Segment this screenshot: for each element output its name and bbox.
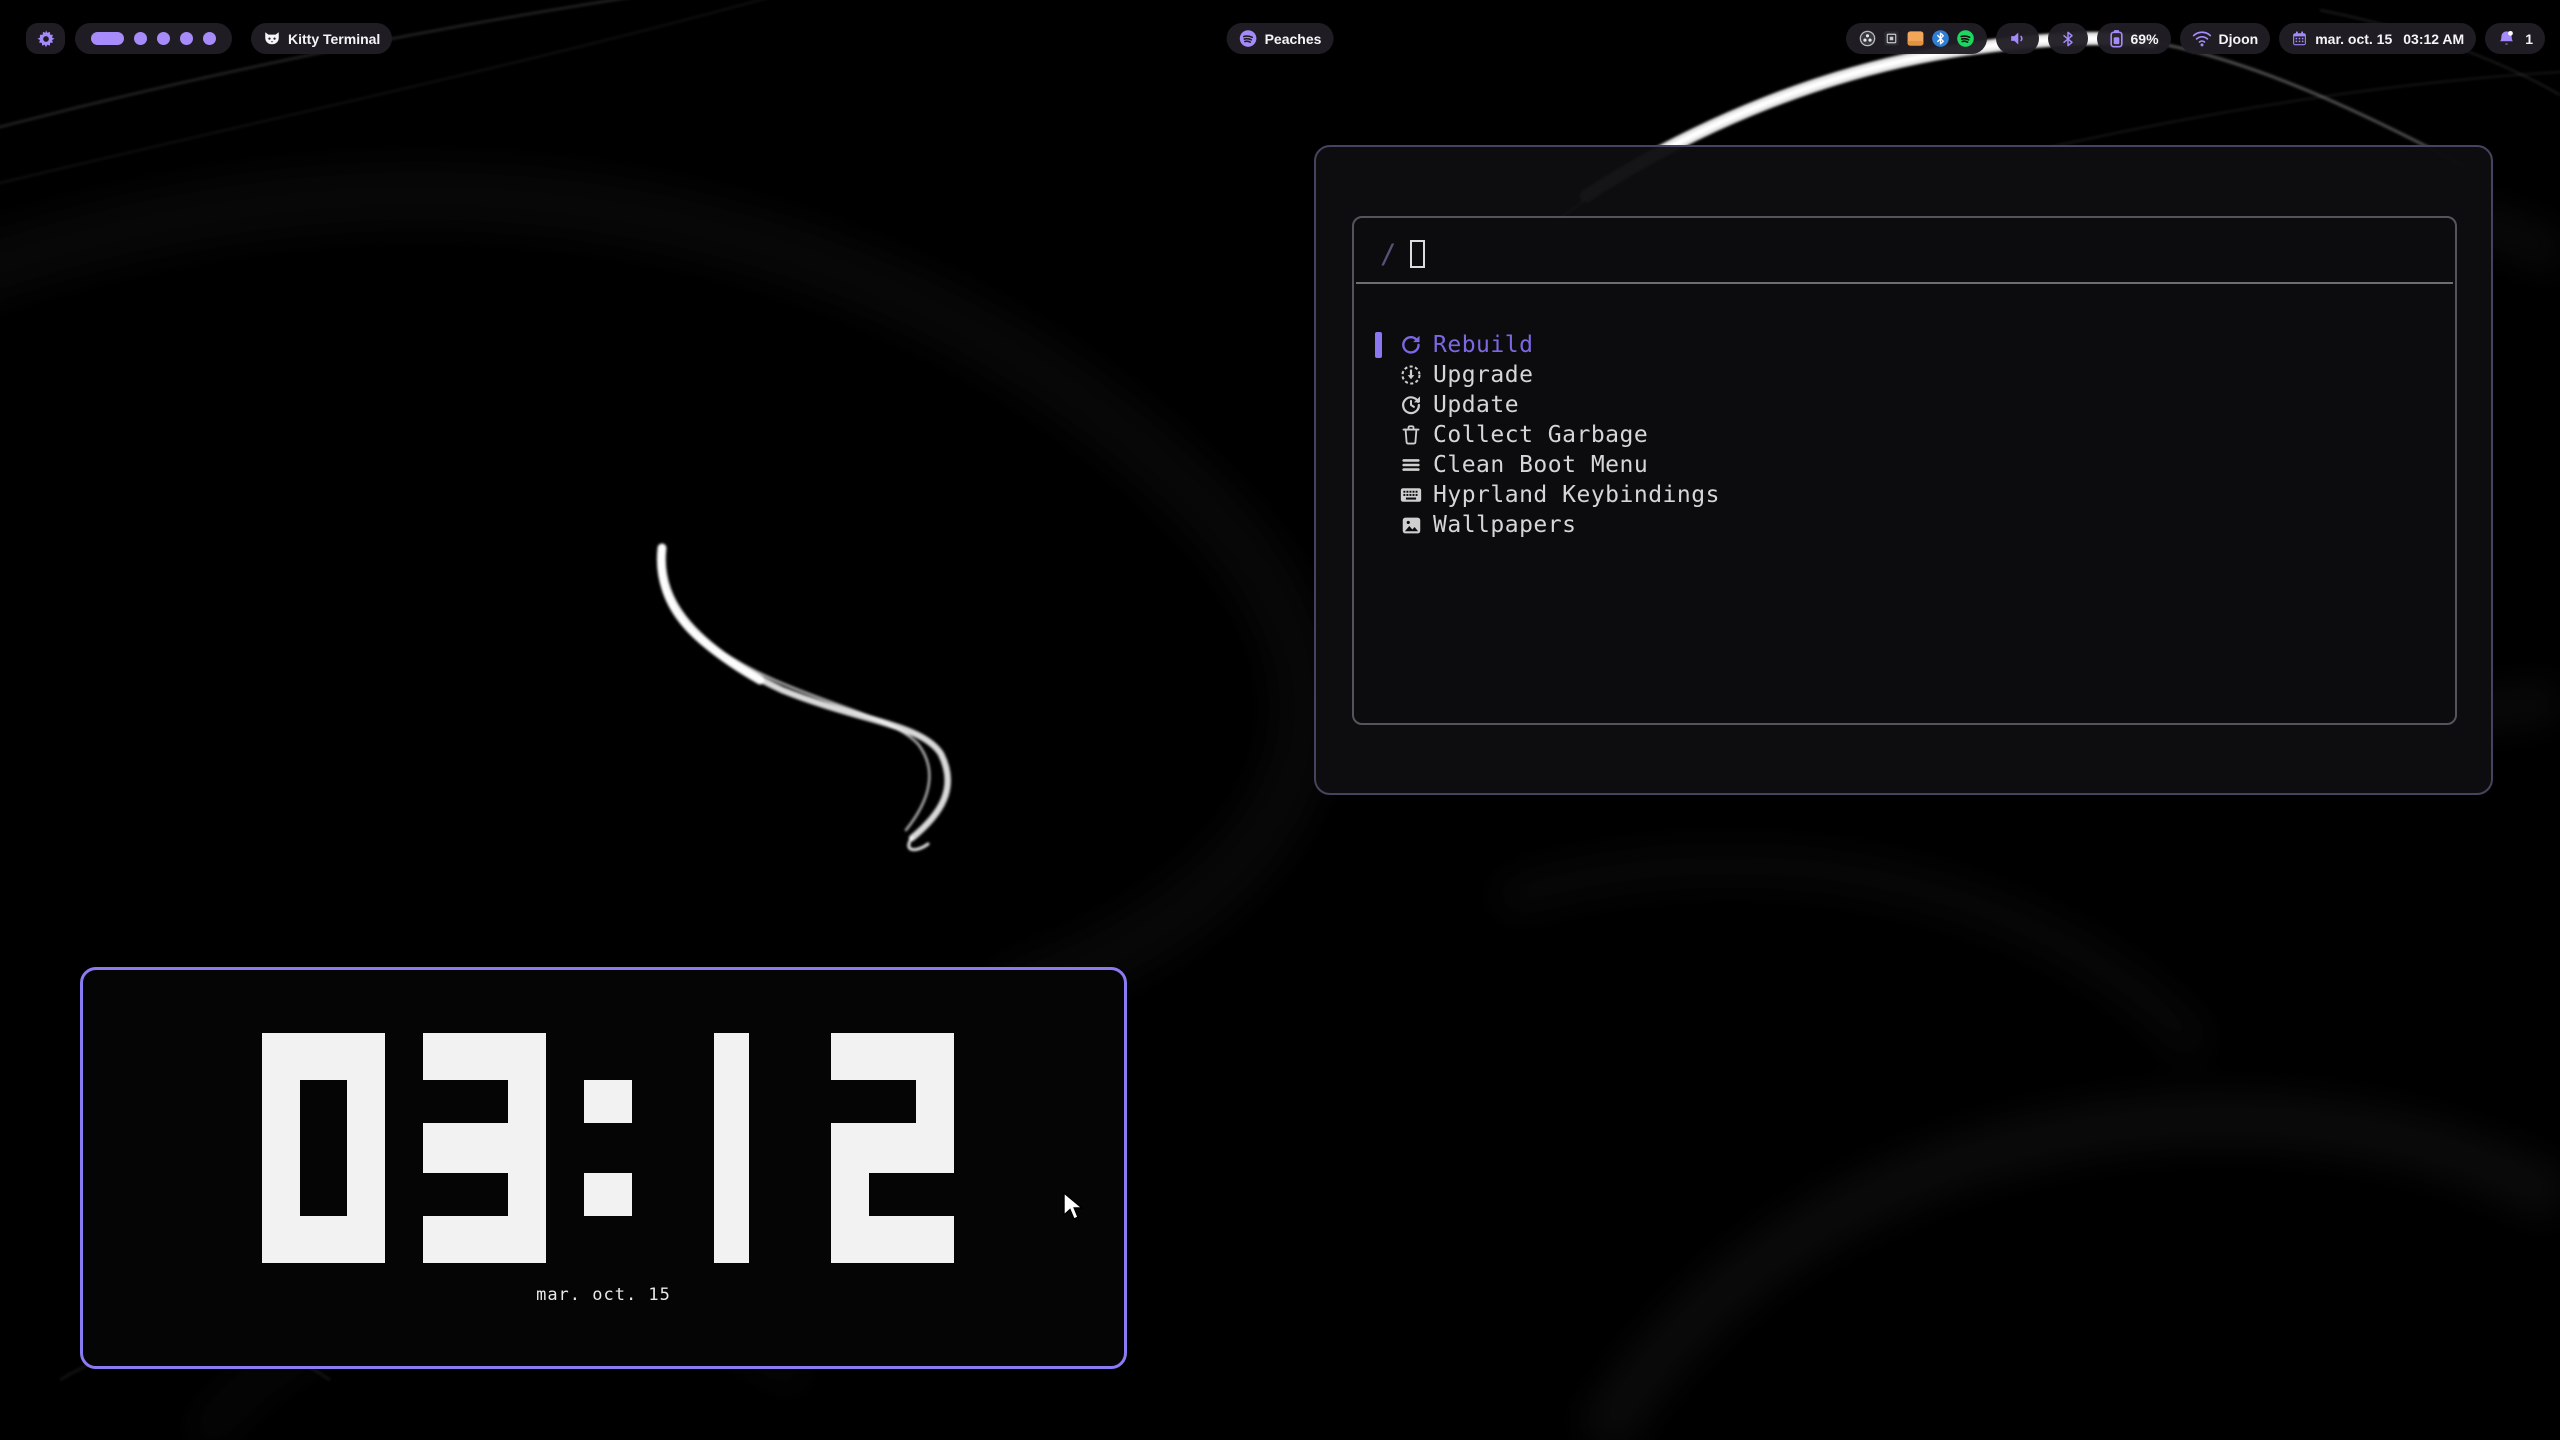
workspace-dot[interactable] [134,32,147,45]
workspace-dot[interactable] [203,32,216,45]
status-bar: Kitty Terminal Peaches 69% Djoon mar. oc… [0,23,2560,54]
launcher-item-update[interactable]: Update [1354,390,2455,420]
network-ssid: Djoon [2219,31,2259,47]
launcher-item-label: Upgrade [1433,362,1533,388]
clock-widget: mar. oct. 15 [80,967,1127,1369]
selection-indicator [1375,422,1382,448]
launcher-item-label: Update [1433,392,1519,418]
launcher-item-label: Clean Boot Menu [1433,452,1648,478]
active-window-title: Kitty Terminal [288,31,380,47]
spotify-icon [1239,29,1258,48]
workspaces-pill[interactable] [75,23,232,54]
search-prompt: / [1380,239,1396,270]
clock-digit-2 [831,1033,954,1263]
clock-date: mar. oct. 15 [83,1285,1124,1305]
media-pill[interactable]: Peaches [1227,23,1334,54]
trash-icon [1400,424,1422,446]
statusbar-center: Peaches [1227,23,1334,54]
selection-indicator [1375,452,1382,478]
statusbar-time: 03:12 AM [2403,31,2464,47]
datetime-pill[interactable]: mar. oct. 15 03:12 AM [2279,23,2476,54]
cat-icon [263,30,281,48]
clock-digit-1 [670,1033,793,1263]
launcher-item-hyprland-keybindings[interactable]: Hyprland Keybindings [1354,480,2455,510]
wifi-icon [2192,30,2212,47]
text-cursor [1410,240,1425,268]
workspace-active-indicator[interactable] [91,32,124,45]
statusbar-left: Kitty Terminal [26,23,392,54]
image-icon [1400,514,1422,536]
launcher-item-wallpapers[interactable]: Wallpapers [1354,510,2455,540]
history-icon [1400,394,1422,416]
selection-indicator [1375,512,1382,538]
launcher-search[interactable]: / [1354,218,2455,282]
notification-count: 1 [2525,31,2533,47]
battery-level: 69% [2131,31,2159,47]
speaker-icon [2008,29,2027,48]
launcher-item-clean-boot-menu[interactable]: Clean Boot Menu [1354,450,2455,480]
clock-digit-0 [262,1033,385,1263]
selection-indicator [1375,482,1382,508]
notifications-pill[interactable]: 1 [2485,23,2545,54]
launcher-window: / Rebuild Upgrade Update Collect Garbage… [1314,145,2493,795]
folder-tray-icon[interactable] [1906,29,1925,48]
statusbar-date: mar. oct. 15 [2315,31,2392,47]
network-pill[interactable]: Djoon [2180,23,2271,54]
launcher-item-collect-garbage[interactable]: Collect Garbage [1354,420,2455,450]
launcher-item-rebuild[interactable]: Rebuild [1354,330,2455,360]
launcher-item-upgrade[interactable]: Upgrade [1354,360,2455,390]
workspace-dot[interactable] [157,32,170,45]
menu-lines-icon [1400,454,1422,476]
selection-indicator [1375,392,1382,418]
volume-pill[interactable] [1996,23,2039,54]
launcher-item-label: Wallpapers [1433,512,1576,538]
clock-colon [584,1033,632,1263]
calendar-icon [2291,30,2308,47]
app-tray-icon[interactable] [1883,30,1900,47]
settings-button[interactable] [26,23,65,54]
bluetooth-pill[interactable] [2048,23,2088,54]
clock-digits [262,1033,954,1263]
launcher-panel: / Rebuild Upgrade Update Collect Garbage… [1352,216,2457,725]
bluetooth-icon [2060,30,2076,48]
launcher-item-label: Rebuild [1433,332,1533,358]
launcher-item-label: Collect Garbage [1433,422,1648,448]
battery-pill[interactable]: 69% [2097,23,2171,54]
statusbar-right: 69% Djoon mar. oct. 15 03:12 AM 1 [1846,23,2545,54]
active-window-pill[interactable]: Kitty Terminal [251,23,392,54]
search-separator [1356,282,2453,284]
workspace-dot[interactable] [180,32,193,45]
launcher-list: Rebuild Upgrade Update Collect Garbage C… [1354,330,2455,540]
circle-arrow-down-icon [1400,364,1422,386]
bluetooth-tray-icon[interactable] [1931,29,1950,48]
mouse-cursor [1062,1192,1086,1227]
clock-digit-3 [423,1033,546,1263]
camera-tray-icon[interactable] [1858,29,1877,48]
keyboard-icon [1400,484,1422,506]
rotate-cw-icon [1400,334,1422,356]
launcher-item-label: Hyprland Keybindings [1433,482,1720,508]
media-title: Peaches [1265,31,1322,47]
selection-indicator [1375,362,1382,388]
selection-indicator [1375,332,1382,358]
system-tray [1846,23,1987,54]
bell-icon [2497,29,2516,48]
spotify-tray-icon[interactable] [1956,29,1975,48]
gear-icon [36,29,56,49]
battery-icon [2109,29,2124,48]
